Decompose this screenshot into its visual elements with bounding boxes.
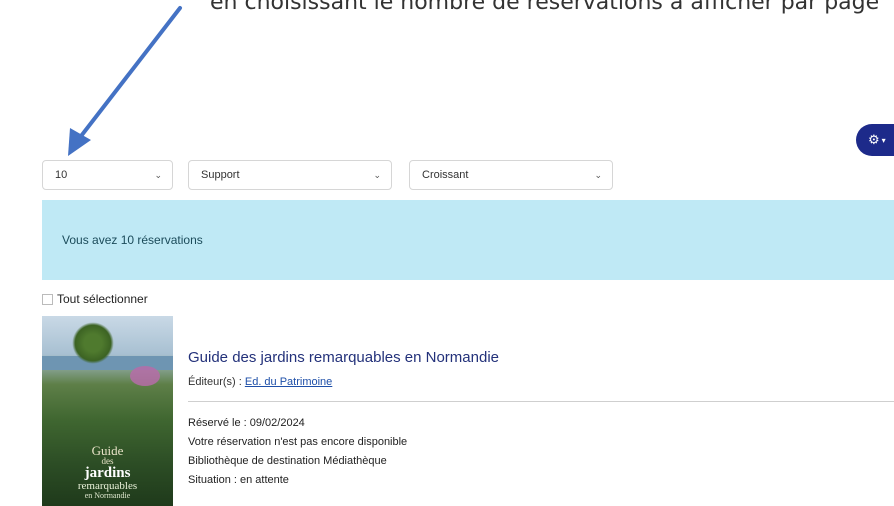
reservation-details: Réservé le : 09/02/2024 Votre réservatio…: [188, 414, 407, 490]
publisher-line: Éditeur(s) : Ed. du Patrimoine: [188, 376, 332, 388]
select-all-label: Tout sélectionner: [57, 292, 148, 306]
per-page-value: 10: [55, 169, 68, 181]
cover-line-3: jardins: [84, 465, 131, 481]
gear-icon: ⚙: [868, 132, 880, 147]
support-value: Support: [201, 169, 240, 181]
book-cover[interactable]: Guide des jardins remarquables en Norman…: [42, 316, 173, 506]
cover-line-5: en Normandie: [84, 491, 131, 500]
reservation-situation: Situation : en attente: [188, 474, 289, 486]
reservations-count-banner: Vous avez 10 réservations: [42, 200, 894, 280]
support-select[interactable]: Support ⌄: [188, 160, 392, 190]
publisher-label: Éditeur(s) :: [188, 376, 245, 388]
divider: [188, 401, 894, 402]
select-all[interactable]: Tout sélectionner: [42, 292, 148, 306]
destination-library: Bibliothèque de destination Médiathèque: [188, 455, 387, 467]
chevron-down-icon: ⌄: [373, 169, 381, 180]
reservations-count-text: Vous avez 10 réservations: [62, 233, 203, 247]
caret-icon: ▾: [881, 135, 886, 145]
select-all-checkbox[interactable]: [42, 293, 53, 305]
chevron-down-icon: ⌄: [594, 169, 602, 180]
per-page-select[interactable]: 10 ⌄: [42, 160, 173, 190]
settings-button[interactable]: ⚙ ▾: [856, 124, 894, 156]
order-value: Croissant: [422, 169, 469, 181]
cover-flowers: [130, 366, 160, 386]
publisher-link[interactable]: Ed. du Patrimoine: [245, 376, 332, 388]
chevron-down-icon: ⌄: [154, 169, 162, 180]
pointer-arrow: [68, 6, 182, 156]
cover-palm: [72, 322, 114, 364]
cover-title: Guide des jardins remarquables en Norman…: [42, 444, 173, 500]
reserved-date: Réservé le : 09/02/2024: [188, 417, 305, 429]
book-title-link[interactable]: Guide des jardins remarquables en Norman…: [188, 349, 499, 366]
order-select[interactable]: Croissant ⌄: [409, 160, 613, 190]
availability-status: Votre réservation n'est pas encore dispo…: [188, 436, 408, 448]
